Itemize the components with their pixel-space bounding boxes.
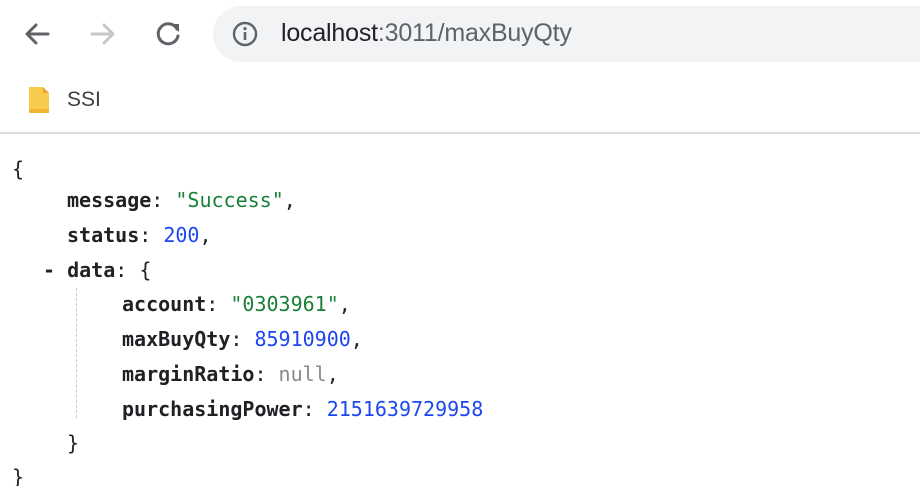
browser-toolbar: localhost:3011/maxBuyQty (0, 0, 920, 72)
json-close-brace: } (12, 460, 24, 486)
purchasingpower-key: purchasingPower (122, 397, 303, 421)
json-line-purchasingpower: purchasingPower: 2151639729958 (122, 397, 484, 421)
site-info-button[interactable] (231, 20, 259, 48)
status-key: status (67, 223, 140, 247)
open-brace: { (12, 157, 25, 181)
forward-button[interactable] (83, 14, 123, 54)
arrow-right-icon (90, 23, 115, 45)
url-text[interactable]: localhost:3011/maxBuyQty (281, 19, 572, 48)
folder-icon (29, 87, 49, 113)
arrow-left-icon (25, 23, 50, 45)
status-value: 200 (163, 223, 200, 247)
account-key: account (122, 292, 207, 316)
reload-button[interactable] (148, 14, 188, 54)
purchasingpower-value: 2151639729958 (326, 397, 484, 421)
close-brace: } (12, 465, 25, 486)
bookmarks-bar: SSI (0, 72, 920, 134)
json-line-marginratio: marginRatio: null, (122, 362, 339, 386)
maxbuyqty-key: maxBuyQty (122, 327, 231, 351)
back-button[interactable] (17, 14, 57, 54)
url-path: :3011/maxBuyQty (377, 19, 572, 47)
reload-icon (156, 22, 180, 46)
url-host: localhost (281, 19, 378, 47)
collapse-toggle[interactable]: - (43, 258, 55, 282)
bookmark-label: SSI (67, 88, 101, 111)
json-data-close-brace: } (67, 426, 79, 460)
marginratio-value: null (278, 362, 327, 386)
maxbuyqty-value: 85910900 (254, 327, 351, 351)
message-key: message (67, 188, 152, 212)
data-close-brace: } (67, 431, 80, 455)
data-open-brace: { (139, 258, 152, 282)
bookmark-ssi[interactable]: SSI (27, 84, 101, 116)
json-open-brace: { (12, 152, 24, 186)
account-value: "0303961" (230, 292, 339, 316)
json-line-maxbuyqty: maxBuyQty: 85910900, (122, 327, 363, 351)
info-circle-icon (232, 21, 258, 47)
json-line-data: - data: { (43, 258, 152, 282)
data-key: data (67, 258, 116, 282)
json-line-message: message: "Success", (67, 188, 296, 212)
json-line-status: status: 200, (67, 223, 212, 247)
address-bar[interactable]: localhost:3011/maxBuyQty (213, 6, 920, 62)
message-value: "Success" (175, 188, 284, 212)
json-line-account: account: "0303961", (122, 292, 351, 316)
indent-guide (76, 288, 77, 418)
marginratio-key: marginRatio (122, 362, 255, 386)
